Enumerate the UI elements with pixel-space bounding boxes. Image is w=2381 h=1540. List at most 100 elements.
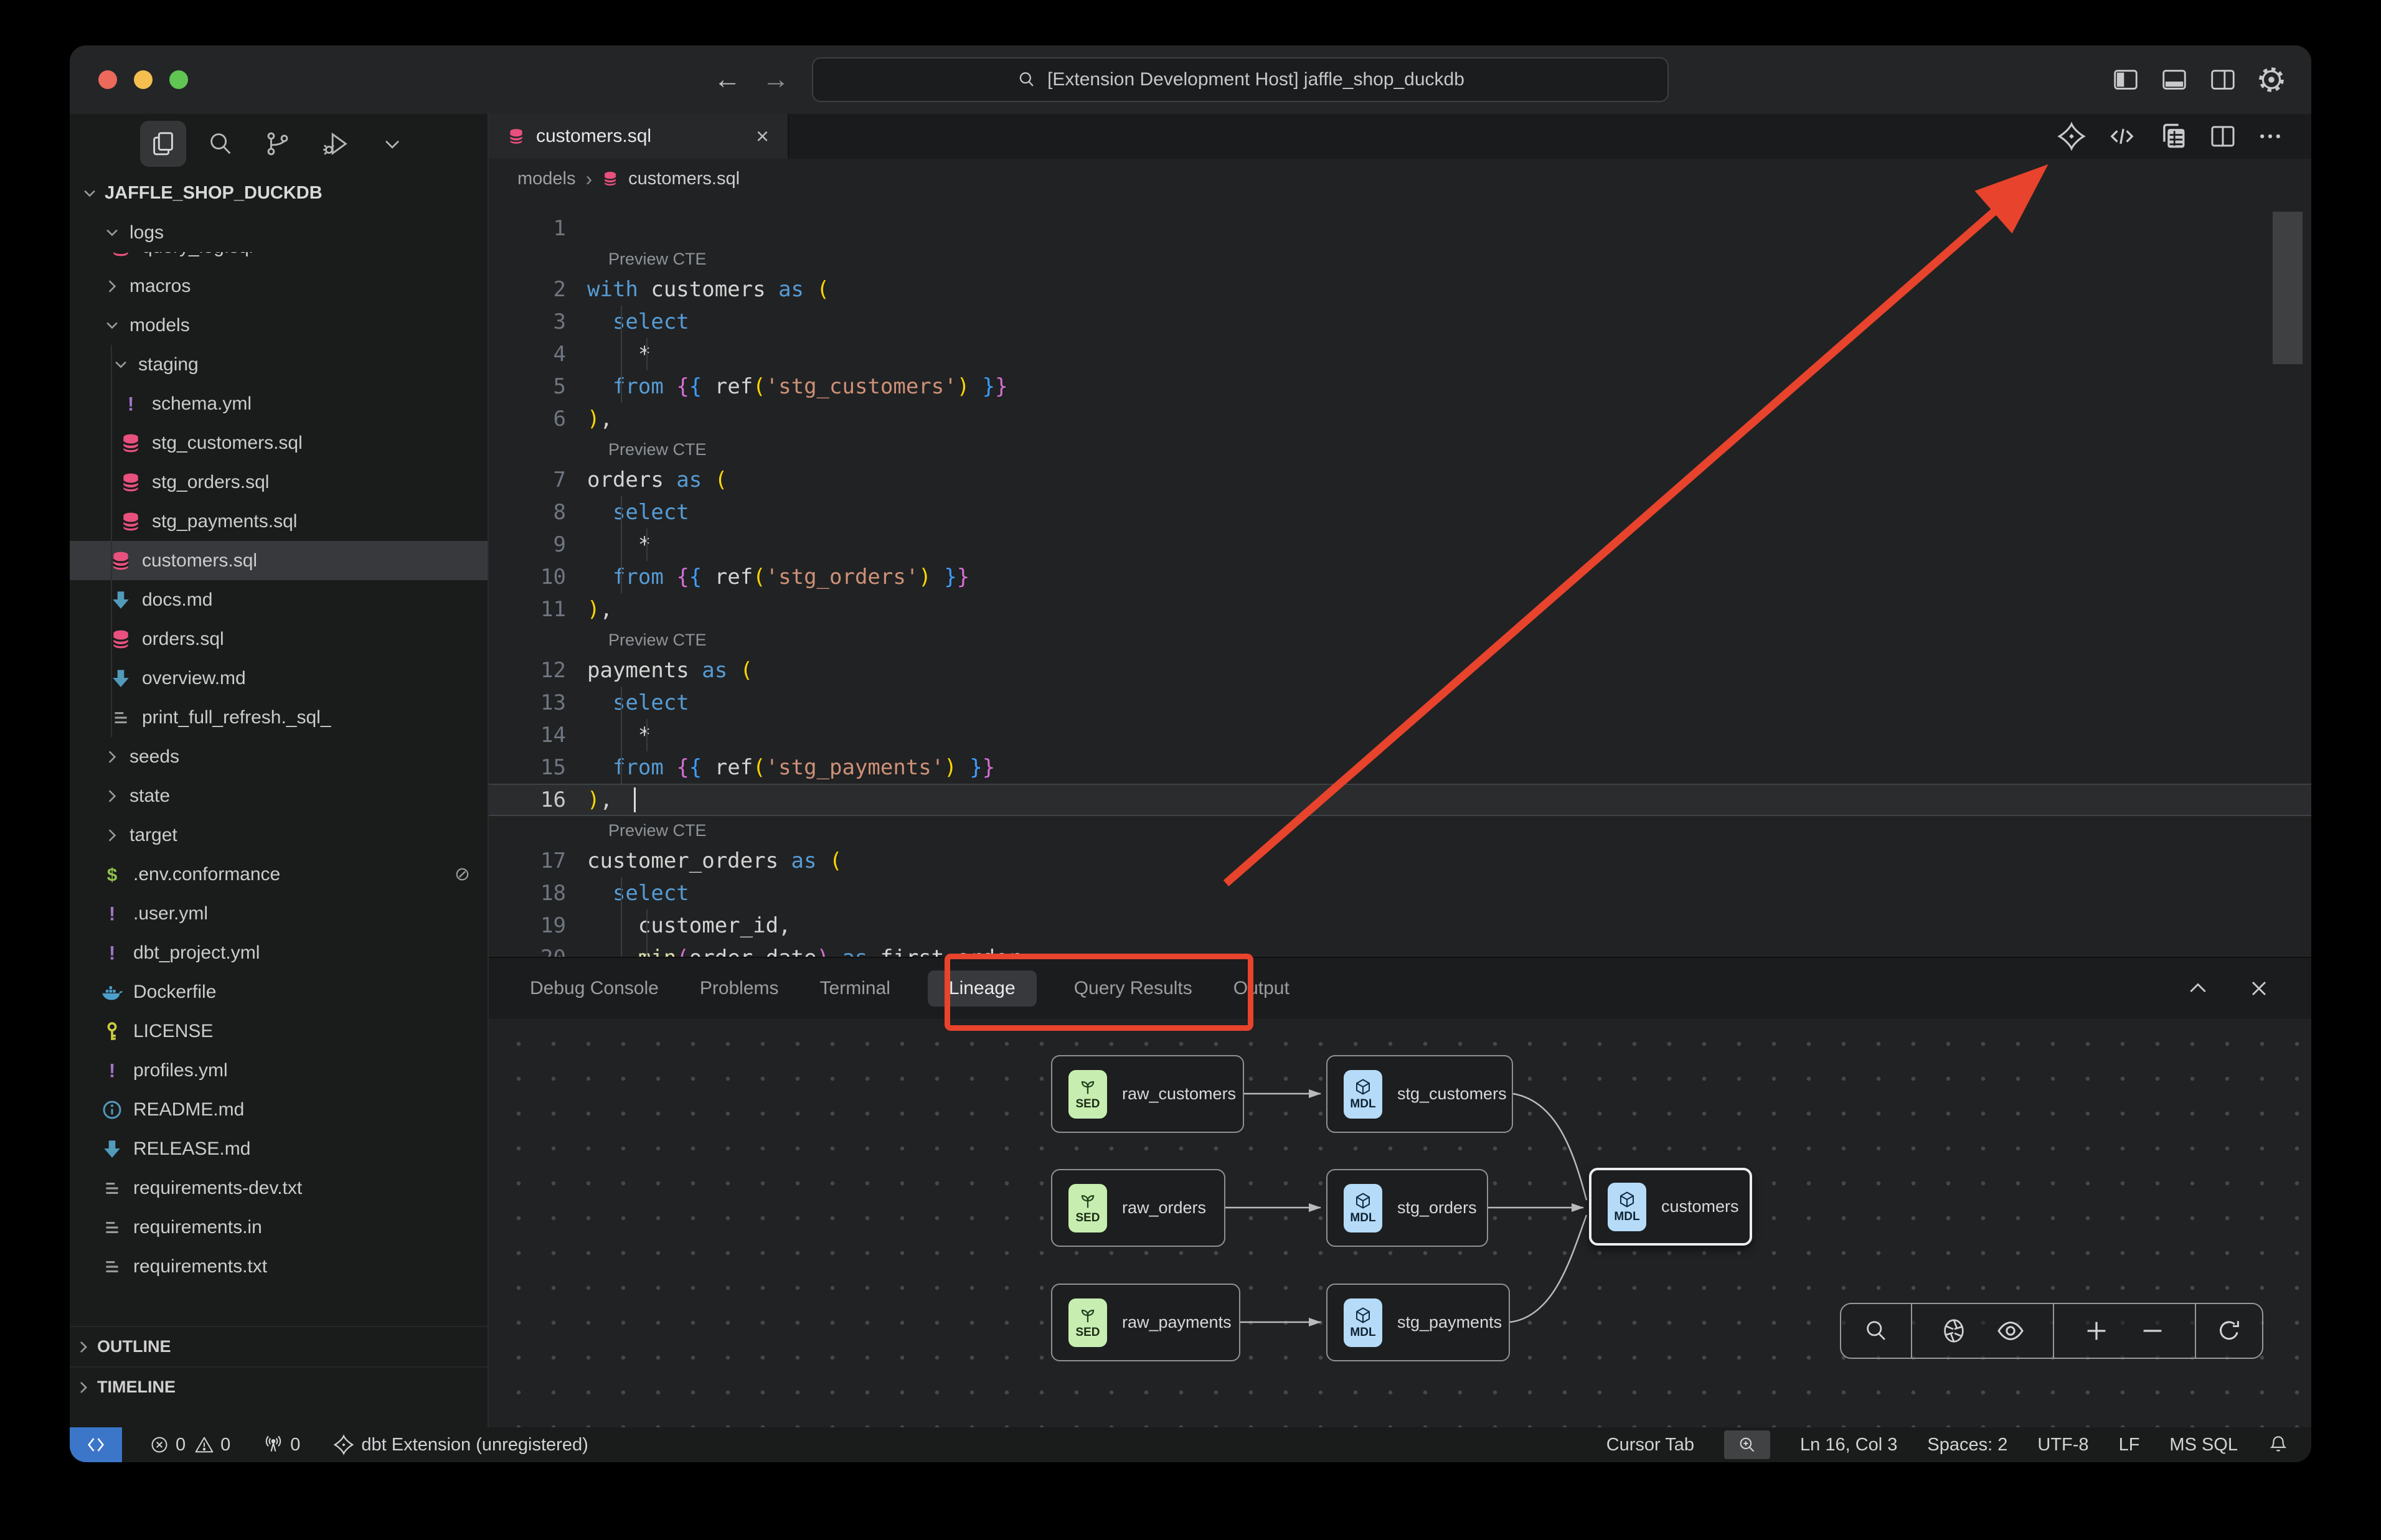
zoom-indicator[interactable]	[1724, 1430, 1770, 1459]
lineage-search-icon[interactable]	[1862, 1317, 1890, 1345]
cursor-tab-status[interactable]: Cursor Tab	[1606, 1435, 1694, 1455]
tree-folder-models[interactable]: models	[70, 306, 488, 345]
tree-folder-state[interactable]: state	[70, 776, 488, 815]
code-line-1[interactable]: 1	[489, 212, 2311, 245]
code-line-2[interactable]: 2with customers as (	[489, 273, 2311, 306]
lineage-node-raw_customers[interactable]: SEDraw_customers	[1051, 1055, 1244, 1133]
code-line-5[interactable]: 5 from {{ ref('stg_customers') }}	[489, 370, 2311, 403]
lineage-node-raw_orders[interactable]: SEDraw_orders	[1051, 1169, 1225, 1247]
lineage-node-stg_orders[interactable]: MDLstg_orders	[1326, 1169, 1488, 1247]
lineage-node-customers[interactable]: MDLcustomers	[1589, 1168, 1752, 1246]
tree-file-RELEASE.md[interactable]: RELEASE.md	[70, 1129, 488, 1168]
code-line-9[interactable]: 9 *	[489, 528, 2311, 561]
query-results-table-icon[interactable]	[2157, 120, 2189, 153]
tree-file-orders.sql[interactable]: orders.sql	[70, 619, 488, 659]
code-line-14[interactable]: 14 *	[489, 719, 2311, 751]
eol-status[interactable]: LF	[2119, 1435, 2140, 1455]
more-actions-icon[interactable]	[2256, 123, 2284, 150]
line-col-status[interactable]: Ln 16, Col 3	[1800, 1435, 1897, 1455]
sidebar-section-outline[interactable]: OUTLINE	[70, 1326, 488, 1366]
sidebar-section-timeline[interactable]: TIMELINE	[70, 1366, 488, 1407]
ports-status[interactable]: 0	[263, 1434, 300, 1455]
minimize-window-button[interactable]	[134, 70, 153, 89]
codelens-preview-cte[interactable]: Preview CTE	[489, 816, 2311, 845]
tree-file-README.md[interactable]: README.md	[70, 1090, 488, 1129]
inline-code-icon[interactable]	[2106, 120, 2138, 153]
tree-file-customers.sql[interactable]: customers.sql	[70, 541, 488, 580]
more-views-chevron-icon[interactable]	[369, 121, 415, 167]
lineage-aperture-icon[interactable]	[1940, 1317, 1968, 1345]
panel-tab-debug-console[interactable]: Debug Console	[526, 970, 662, 1007]
maximize-window-button[interactable]	[169, 70, 188, 89]
tree-folder-seeds[interactable]: seeds	[70, 737, 488, 776]
tree-folder-logs[interactable]: logs	[70, 213, 488, 252]
code-line-11[interactable]: 11),	[489, 593, 2311, 626]
language-mode-status[interactable]: MS SQL	[2169, 1435, 2238, 1455]
editor-scrollbar[interactable]	[2273, 212, 2303, 364]
indentation-status[interactable]: Spaces: 2	[1927, 1435, 2007, 1455]
tree-file-schema.yml[interactable]: !schema.yml	[70, 384, 488, 423]
tree-file-print_full_refresh._sql_[interactable]: print_full_refresh._sql_	[70, 698, 488, 737]
lineage-node-raw_payments[interactable]: SEDraw_payments	[1051, 1284, 1240, 1361]
tree-folder-staging[interactable]: staging	[70, 345, 488, 384]
code-line-13[interactable]: 13 select	[489, 687, 2311, 719]
tree-file-stg_payments.sql[interactable]: stg_payments.sql	[70, 502, 488, 541]
back-icon[interactable]: ←	[714, 64, 741, 95]
code-line-8[interactable]: 8 select	[489, 496, 2311, 528]
tree-file-LICENSE[interactable]: LICENSE	[70, 1012, 488, 1051]
split-layout-icon[interactable]	[2208, 65, 2238, 95]
lineage-refresh-icon[interactable]	[2215, 1317, 2243, 1345]
code-line-15[interactable]: 15 from {{ ref('stg_payments') }}	[489, 751, 2311, 784]
codelens-preview-cte[interactable]: Preview CTE	[489, 245, 2311, 273]
code-editor[interactable]: 1Preview CTE2with customers as (3 select…	[489, 199, 2311, 1071]
close-tab-icon[interactable]: ×	[756, 123, 769, 149]
tree-file-.user.yml[interactable]: !.user.yml	[70, 894, 488, 933]
toggle-sidebar-icon[interactable]	[2111, 65, 2141, 95]
toggle-panel-icon[interactable]	[2159, 65, 2189, 95]
tree-file-docs.md[interactable]: docs.md	[70, 580, 488, 619]
explorer-icon[interactable]	[140, 121, 186, 167]
breadcrumb-models[interactable]: models	[517, 169, 576, 189]
forward-icon[interactable]: →	[762, 64, 790, 95]
warnings-status[interactable]: 0	[194, 1435, 230, 1455]
lineage-zoom-out-icon[interactable]	[2138, 1317, 2167, 1345]
lineage-eye-icon[interactable]	[1996, 1316, 2025, 1346]
errors-status[interactable]: 0	[149, 1435, 186, 1455]
tree-file-requirements.txt[interactable]: requirements.txt	[70, 1247, 488, 1286]
encoding-status[interactable]: UTF-8	[2037, 1435, 2088, 1455]
breadcrumb-file[interactable]: customers.sql	[628, 169, 740, 189]
run-debug-icon[interactable]	[312, 121, 358, 167]
tab-customers-sql[interactable]: customers.sql ×	[489, 114, 789, 159]
tree-file-requirements.in[interactable]: requirements.in	[70, 1208, 488, 1247]
notifications-bell-icon[interactable]	[2268, 1434, 2289, 1455]
tree-file-.env.conformance[interactable]: $.env.conformance⊘	[70, 855, 488, 894]
lineage-zoom-in-icon[interactable]	[2082, 1317, 2111, 1345]
code-line-19[interactable]: 19 customer_id,	[489, 909, 2311, 942]
source-control-icon[interactable]	[255, 121, 301, 167]
codelens-preview-cte[interactable]: Preview CTE	[489, 626, 2311, 654]
code-line-17[interactable]: 17customer_orders as (	[489, 845, 2311, 877]
remote-indicator[interactable]	[70, 1427, 122, 1462]
code-line-10[interactable]: 10 from {{ ref('stg_orders') }}	[489, 561, 2311, 593]
code-line-12[interactable]: 12payments as (	[489, 654, 2311, 687]
close-window-button[interactable]	[98, 70, 117, 89]
tree-file-overview.md[interactable]: overview.md	[70, 659, 488, 698]
lineage-node-stg_customers[interactable]: MDLstg_customers	[1326, 1055, 1513, 1133]
tree-file-stg_customers.sql[interactable]: stg_customers.sql	[70, 423, 488, 462]
tree-folder-target[interactable]: target	[70, 815, 488, 855]
panel-tab-problems[interactable]: Problems	[696, 970, 783, 1007]
lineage-node-stg_payments[interactable]: MDLstg_payments	[1326, 1284, 1510, 1361]
panel-maximize-chevron-icon[interactable]	[2185, 976, 2210, 1001]
tree-file-requirements-dev.txt[interactable]: requirements-dev.txt	[70, 1168, 488, 1208]
search-view-icon[interactable]	[197, 121, 243, 167]
code-line-6[interactable]: 6),	[489, 403, 2311, 435]
code-line-3[interactable]: 3 select	[489, 306, 2311, 338]
command-center-search[interactable]: [Extension Development Host] jaffle_shop…	[812, 57, 1669, 102]
code-line-18[interactable]: 18 select	[489, 877, 2311, 909]
tree-folder-macros[interactable]: macros	[70, 266, 488, 306]
tree-file-query_log.sql[interactable]: query_log.sql	[70, 252, 488, 266]
tree-folder-JAFFLE_SHOP_DUCKDB[interactable]: JAFFLE_SHOP_DUCKDB	[70, 174, 488, 213]
tree-file-Dockerfile[interactable]: Dockerfile	[70, 972, 488, 1012]
tree-file-stg_orders.sql[interactable]: stg_orders.sql	[70, 462, 488, 502]
panel-close-icon[interactable]	[2247, 976, 2271, 1001]
